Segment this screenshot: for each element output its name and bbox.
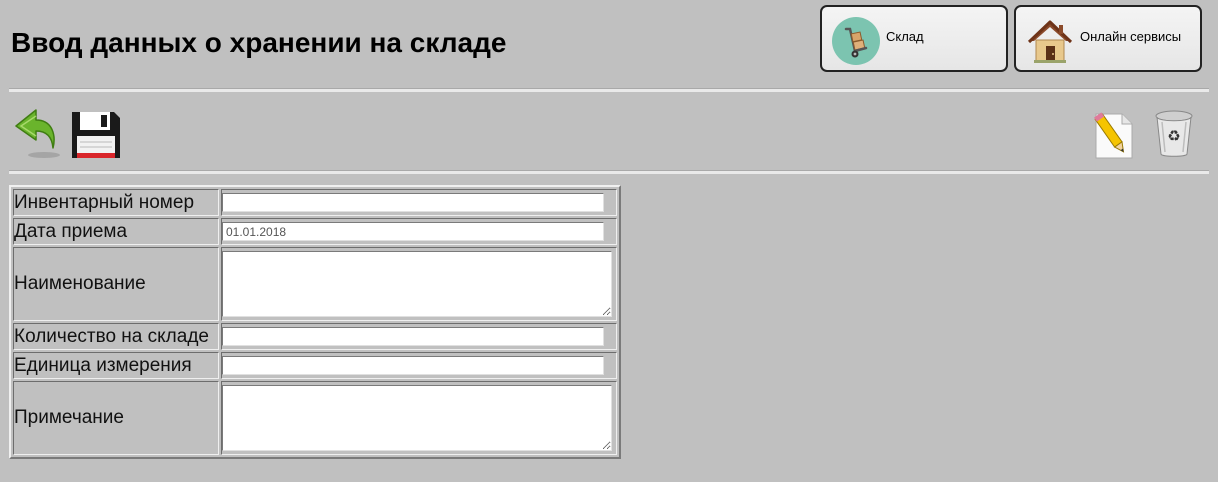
recycle-bin-icon: ♻ bbox=[1155, 110, 1193, 157]
back-button[interactable] bbox=[12, 108, 62, 160]
form-row-receipt-date: Дата приема bbox=[13, 218, 617, 245]
page: Ввод данных о хранении на складе Склад О… bbox=[0, 0, 1218, 482]
form-row-inventory-number: Инвентарный номер bbox=[13, 189, 617, 216]
pencil-document-icon bbox=[1093, 112, 1133, 159]
note-textarea[interactable] bbox=[222, 385, 612, 451]
name-textarea[interactable] bbox=[222, 251, 612, 317]
name-label: Наименование bbox=[13, 247, 219, 321]
floppy-disk-icon bbox=[72, 112, 120, 158]
edit-button[interactable] bbox=[1088, 108, 1138, 160]
warehouse-button[interactable]: Склад bbox=[820, 5, 1008, 72]
unit-label: Единица измерения bbox=[13, 352, 219, 379]
unit-input[interactable] bbox=[222, 356, 604, 375]
online-services-button-label: Онлайн сервисы bbox=[1080, 29, 1182, 44]
warehouse-button-label: Склад bbox=[886, 29, 924, 44]
online-services-button[interactable]: Онлайн сервисы bbox=[1014, 5, 1202, 72]
note-label: Примечание bbox=[13, 381, 219, 455]
form-row-quantity: Количество на складе bbox=[13, 323, 617, 350]
receipt-date-input[interactable] bbox=[222, 222, 604, 241]
inventory-number-label: Инвентарный номер bbox=[13, 189, 219, 216]
quantity-label: Количество на складе bbox=[13, 323, 219, 350]
form-row-name: Наименование bbox=[13, 247, 617, 321]
hand-truck-icon bbox=[832, 17, 880, 65]
quantity-input[interactable] bbox=[222, 327, 604, 346]
form-row-unit: Единица измерения bbox=[13, 352, 617, 379]
form-row-note: Примечание bbox=[13, 381, 617, 455]
header-divider bbox=[9, 88, 1209, 92]
house-icon bbox=[1027, 20, 1073, 63]
save-button[interactable] bbox=[70, 108, 120, 160]
svg-text:♻: ♻ bbox=[1167, 127, 1180, 145]
storage-form: Инвентарный номер Дата приема Наименован… bbox=[9, 185, 621, 459]
receipt-date-label: Дата приема bbox=[13, 218, 219, 245]
delete-button[interactable]: ♻ bbox=[1150, 108, 1200, 160]
page-title: Ввод данных о хранении на складе bbox=[11, 27, 507, 58]
inventory-number-input[interactable] bbox=[222, 193, 604, 212]
back-arrow-icon bbox=[15, 109, 60, 158]
toolbar-divider bbox=[9, 170, 1209, 174]
